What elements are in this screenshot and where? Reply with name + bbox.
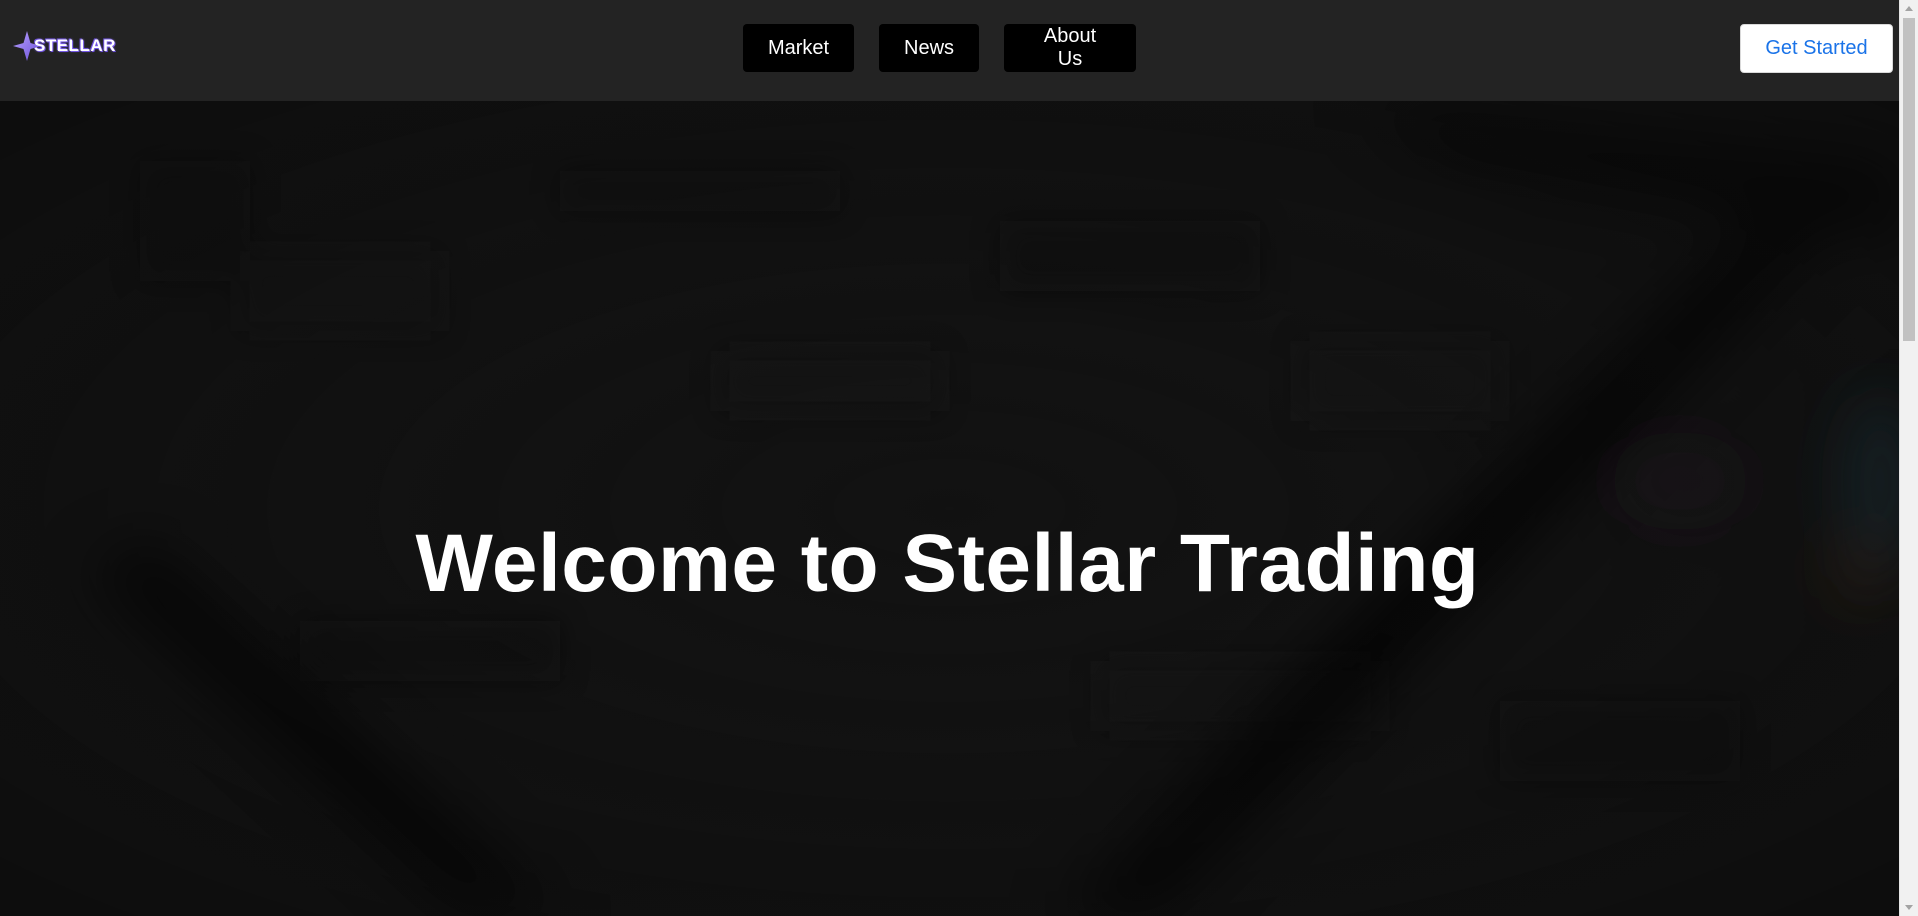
page: STELLAR Market News About Us Get Started [0,0,1918,916]
hero-title: Welcome to Stellar Trading [0,516,1899,612]
scroll-up-button[interactable] [1900,0,1918,17]
triangle-up-icon [1905,6,1913,11]
nav-market-button[interactable]: Market [743,24,854,72]
triangle-down-icon [1905,905,1913,910]
nav-about-us-button[interactable]: About Us [1004,24,1136,72]
hero-section: Welcome to Stellar Trading [0,101,1899,916]
scroll-down-button[interactable] [1900,899,1918,916]
hero-title-text: Welcome to Stellar Trading [415,518,1480,609]
nav-news-button[interactable]: News [879,24,979,72]
scrollbar-thumb[interactable] [1903,18,1915,341]
main-nav: Market News About Us [743,24,1136,72]
logo[interactable]: STELLAR [12,30,116,62]
navbar: STELLAR Market News About Us Get Started [0,0,1899,101]
hero-background-image [0,101,1899,916]
get-started-button[interactable]: Get Started [1740,24,1893,73]
logo-text: STELLAR [34,36,116,55]
page-scrollbar[interactable] [1899,0,1918,916]
